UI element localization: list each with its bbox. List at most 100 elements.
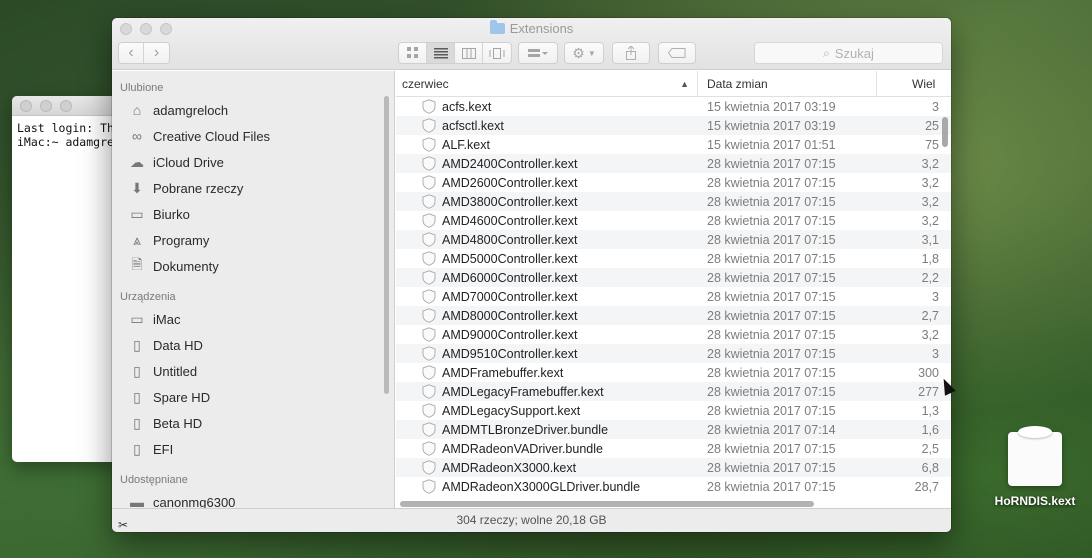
file-name: AMDRadeonX3000GLDriver.bundle: [442, 479, 641, 494]
finder-toolbar: Extensions ‹ › ⚙ ▼ ⌕ Szukaj: [112, 18, 951, 70]
kext-file-icon: [422, 99, 436, 114]
file-date: 28 kwietnia 2017 07:15: [707, 479, 836, 494]
arrange-button[interactable]: [518, 42, 558, 64]
sidebar-scrollbar[interactable]: [384, 96, 389, 394]
file-size: 25: [925, 118, 939, 133]
terminal-close-button[interactable]: [20, 100, 32, 112]
table-row[interactable]: AMDLegacySupport.kext 28 kwietnia 2017 07…: [396, 401, 951, 420]
action-button[interactable]: ⚙ ▼: [564, 42, 604, 64]
kext-file-icon: [422, 422, 436, 437]
forward-button[interactable]: ›: [144, 43, 169, 63]
table-row[interactable]: AMDRadeonVADriver.bundle 28 kwietnia 2017…: [396, 439, 951, 458]
share-button[interactable]: [612, 42, 650, 64]
kext-file-icon: [422, 194, 436, 209]
file-size: 2,5: [921, 441, 939, 456]
window-title-text: Extensions: [509, 21, 574, 36]
sidebar-item-beta-hd[interactable]: ▯ Beta HD: [112, 410, 394, 436]
table-row[interactable]: AMD4600Controller.kext 28 kwietnia 2017 0…: [396, 211, 951, 230]
sidebar[interactable]: Ulubione ⌂ adamgreloch ∞ Creative Cloud Fi…: [112, 71, 395, 508]
file-date: 15 kwietnia 2017 03:19: [707, 99, 836, 114]
table-row[interactable]: AMDFramebuffer.kext 28 kwietnia 2017 07:1…: [396, 363, 951, 382]
table-row[interactable]: AMDRadeonX3000.kext 28 kwietnia 2017 07:1…: [396, 458, 951, 477]
kext-file-icon: [422, 384, 436, 399]
sidebar-item-label: Untitled: [153, 363, 198, 379]
chevron-down-icon: ▼: [587, 48, 596, 58]
kext-file-icon: [422, 251, 436, 266]
list-view-button[interactable]: [427, 43, 455, 63]
sidebar-item-efi[interactable]: ▯ EFI: [112, 436, 394, 462]
sidebar-item-desktop[interactable]: ▭ Biurko: [112, 201, 394, 227]
table-row[interactable]: AMD2600Controller.kext 28 kwietnia 2017 0…: [396, 173, 951, 192]
download-icon: ⬇: [131, 179, 143, 196]
icon-view-button[interactable]: [399, 43, 427, 63]
vertical-scrollbar[interactable]: [942, 117, 948, 147]
table-row[interactable]: ALF.kext 15 kwietnia 2017 01:51 75: [396, 135, 951, 154]
sidebar-item-label: EFI: [153, 441, 174, 457]
table-row[interactable]: AMD9000Controller.kext 28 kwietnia 2017 0…: [396, 325, 951, 344]
table-row[interactable]: AMDLegacyFramebuffer.kext 28 kwietnia 201…: [396, 382, 951, 401]
sidebar-item-label: Programy: [153, 232, 210, 248]
file-name: AMD3800Controller.kext: [442, 194, 578, 209]
sidebar-item-home[interactable]: ⌂ adamgreloch: [112, 97, 394, 123]
column-header-name-label: czerwiec: [402, 77, 449, 91]
file-name: AMD2400Controller.kext: [442, 156, 578, 171]
table-row[interactable]: AMDRadeonX3000GLDriver.bundle 28 kwietnia…: [396, 477, 951, 496]
column-view-button[interactable]: [455, 43, 483, 63]
sidebar-item-untitled[interactable]: ▯ Untitled: [112, 358, 394, 384]
terminal-minimize-button[interactable]: [40, 100, 52, 112]
file-size: 277: [918, 384, 939, 399]
terminal-zoom-button[interactable]: [60, 100, 72, 112]
table-row[interactable]: AMD9510Controller.kext 28 kwietnia 2017 0…: [396, 344, 951, 363]
file-size: 3: [932, 289, 939, 304]
finder-window[interactable]: Extensions ‹ › ⚙ ▼ ⌕ Szukaj Ulubione ⌂ a…: [112, 18, 951, 532]
table-row[interactable]: AMD3800Controller.kext 28 kwietnia 2017 0…: [396, 192, 951, 211]
sidebar-item-label: adamgreloch: [153, 102, 229, 118]
sidebar-item-icloud[interactable]: ☁ iCloud Drive: [112, 149, 394, 175]
desktop-file-horndis[interactable]: HoRNDIS.kext: [985, 426, 1085, 508]
column-header-name[interactable]: czerwiec ▲: [402, 71, 698, 97]
horizontal-scrollbar[interactable]: [400, 501, 814, 507]
sidebar-item-creative-cloud[interactable]: ∞ Creative Cloud Files: [112, 123, 394, 149]
sidebar-item-spare-hd[interactable]: ▯ Spare HD: [112, 384, 394, 410]
disk-icon: ▯: [133, 414, 141, 431]
imac-icon: ▭: [130, 310, 144, 327]
table-row[interactable]: AMD6000Controller.kext 28 kwietnia 2017 0…: [396, 268, 951, 287]
sidebar-item-data-hd[interactable]: ▯ Data HD: [112, 332, 394, 358]
column-header-date[interactable]: Data zmian: [707, 71, 877, 97]
column-header-size[interactable]: Wiel: [912, 71, 935, 97]
file-name: ALF.kext: [442, 137, 490, 152]
table-row[interactable]: AMD7000Controller.kext 28 kwietnia 2017 0…: [396, 287, 951, 306]
kext-file-icon: [422, 213, 436, 228]
file-date: 28 kwietnia 2017 07:15: [707, 346, 836, 361]
sidebar-item-imac[interactable]: ▭ iMac: [112, 306, 394, 332]
unlock-icon[interactable]: ✂: [118, 514, 128, 532]
file-date: 28 kwietnia 2017 07:15: [707, 308, 836, 323]
sidebar-item-printer[interactable]: ▬ canonmg6300: [112, 489, 394, 508]
share-icon: [626, 46, 636, 60]
file-size: 1,3: [921, 403, 939, 418]
table-row[interactable]: AMD4800Controller.kext 28 kwietnia 2017 0…: [396, 230, 951, 249]
table-row[interactable]: acfsctl.kext 15 kwietnia 2017 03:19 25: [396, 116, 951, 135]
table-row[interactable]: AMD8000Controller.kext 28 kwietnia 2017 0…: [396, 306, 951, 325]
file-name: AMD7000Controller.kext: [442, 289, 578, 304]
table-row[interactable]: AMD5000Controller.kext 28 kwietnia 2017 0…: [396, 249, 951, 268]
sidebar-item-label: Beta HD: [153, 415, 203, 431]
table-row[interactable]: AMD2400Controller.kext 28 kwietnia 2017 0…: [396, 154, 951, 173]
tags-button[interactable]: [658, 42, 696, 64]
sidebar-item-label: Dokumenty: [153, 258, 219, 274]
sidebar-item-label: Biurko: [153, 206, 190, 222]
table-row[interactable]: acfs.kext 15 kwietnia 2017 03:19 3: [396, 97, 951, 116]
back-button[interactable]: ‹: [119, 43, 145, 63]
sidebar-item-applications[interactable]: ⩓ Programy: [112, 227, 394, 253]
creative-cloud-icon: ∞: [132, 128, 142, 144]
file-list[interactable]: czerwiec ▲ Data zmian Wiel acfs.kext 15 k…: [396, 71, 951, 508]
kext-file-icon: [422, 156, 436, 171]
search-field[interactable]: ⌕ Szukaj: [754, 42, 943, 64]
list-icon: [433, 47, 448, 58]
status-text: 304 rzeczy; wolne 20,18 GB: [456, 513, 607, 527]
sidebar-item-downloads[interactable]: ⬇ Pobrane rzeczy: [112, 175, 394, 201]
grid-icon: [406, 47, 418, 58]
table-row[interactable]: AMDMTLBronzeDriver.bundle 28 kwietnia 201…: [396, 420, 951, 439]
sidebar-item-documents[interactable]: 🗎 Dokumenty: [112, 253, 394, 279]
coverflow-view-button[interactable]: [483, 43, 511, 63]
